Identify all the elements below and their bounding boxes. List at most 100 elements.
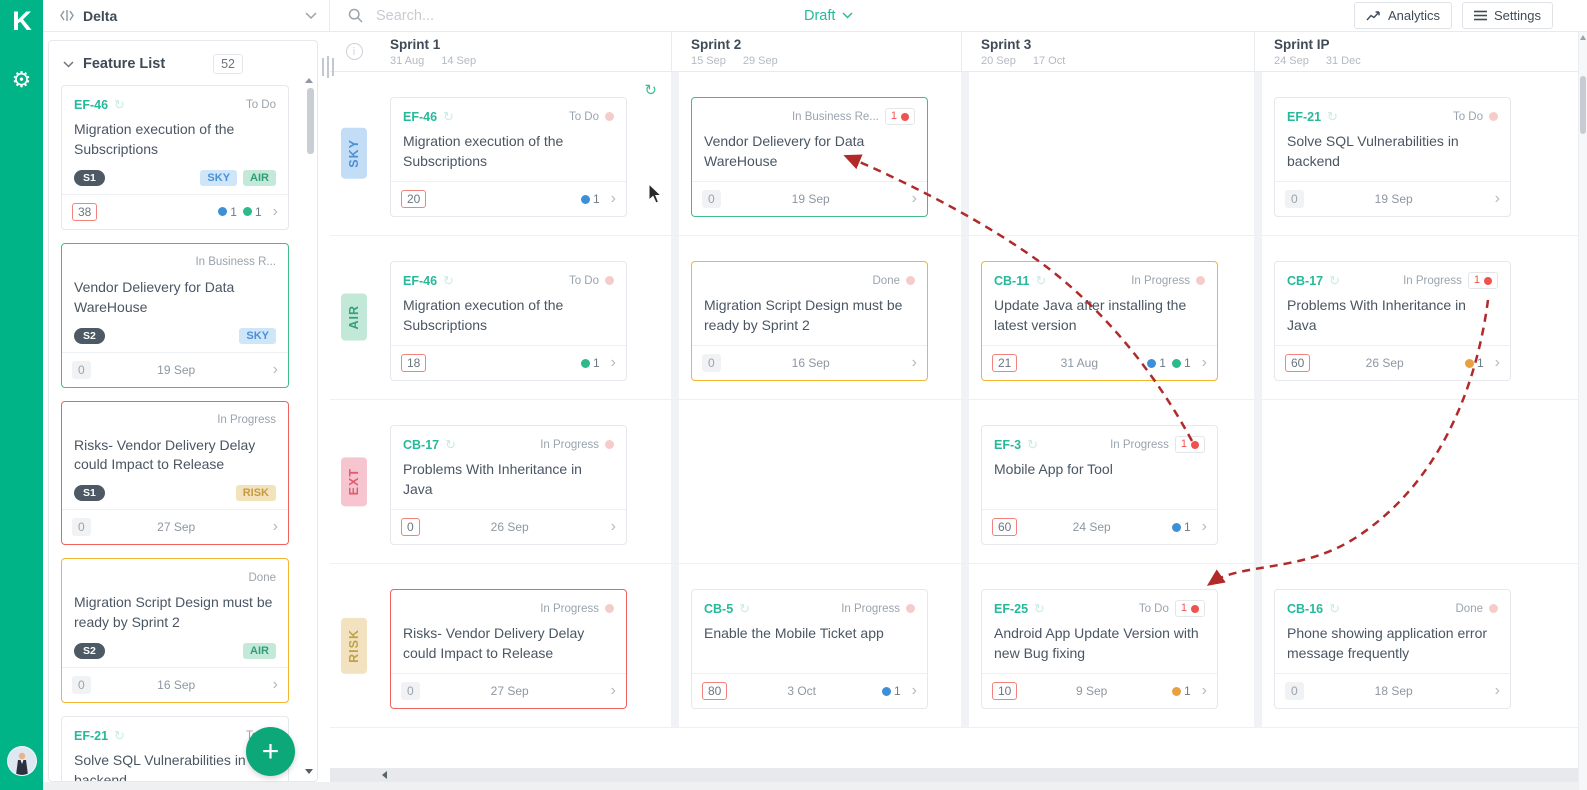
expand-chevron-icon[interactable]: › <box>611 191 616 207</box>
search-input[interactable] <box>374 6 704 25</box>
board-card[interactable]: CB-17 ↻ In Progress Problems With Inheritan… <box>390 425 627 545</box>
board-horizontal-scrollbar[interactable] <box>330 768 1578 782</box>
expand-chevron-icon[interactable]: › <box>1202 355 1207 371</box>
board-row-risk: RISK In Progress Risks- Vendor Delivery De… <box>330 564 1578 728</box>
column-divider <box>1254 564 1262 727</box>
expand-chevron-icon[interactable]: › <box>1495 355 1500 371</box>
board-card[interactable]: In Progress Risks- Vendor Delivery Delay … <box>390 589 627 709</box>
dependency-count-badge[interactable]: 1 <box>1174 600 1205 617</box>
search-area <box>330 6 760 25</box>
card-id: CB-5 <box>704 601 734 616</box>
card-footer: 18 1 › <box>391 345 626 380</box>
expand-chevron-icon[interactable]: › <box>273 361 278 378</box>
expand-chevron-icon[interactable]: › <box>611 683 616 699</box>
points-badge: 0 <box>72 360 91 379</box>
topbar-actions: Analytics Settings <box>1353 2 1553 29</box>
card-head: In Progress <box>74 412 276 429</box>
scroll-left-arrow[interactable] <box>382 771 387 779</box>
card-body: In Business R... Vendor Delievery for Dat… <box>62 244 288 352</box>
points-badge: 0 <box>702 354 721 372</box>
scroll-down-arrow[interactable] <box>305 769 313 774</box>
board-card[interactable]: EF-3 ↻ In Progress 1 Mobile App for Tool 60 24… <box>981 425 1218 545</box>
mode-dropdown[interactable]: Draft <box>804 8 853 24</box>
expand-chevron-icon[interactable]: › <box>273 519 278 535</box>
sync-icon: ↻ <box>114 728 125 743</box>
card-head: EF-3 ↻ In Progress 1 <box>994 436 1205 453</box>
card-title: Migration Script Design must be ready by… <box>74 594 273 631</box>
feature-card[interactable]: Done Migration Script Design must be read… <box>61 558 289 703</box>
points-badge: 0 <box>401 682 420 700</box>
top-bar: Delta Draft Analytics <box>43 0 1587 32</box>
board-card[interactable]: Done Migration Script Design must be read… <box>691 261 928 381</box>
feature-card[interactable]: In Business R... Vendor Delievery for Dat… <box>61 242 289 388</box>
expand-chevron-icon[interactable]: › <box>611 519 616 535</box>
alert-dot-icon <box>1484 276 1492 285</box>
add-feature-button[interactable]: + <box>246 727 295 776</box>
dependency-count-badge[interactable]: 1 <box>884 108 915 125</box>
board-cell: CB-17 ↻ In Progress Problems With Inheritan… <box>378 400 671 563</box>
collapse-chevron-icon[interactable] <box>63 60 74 68</box>
expand-chevron-icon[interactable]: › <box>912 355 917 371</box>
board-selector[interactable]: Delta <box>43 0 330 31</box>
menu-icon <box>1474 10 1488 21</box>
card-date: 3 Oct <box>787 684 817 698</box>
panel-resize-handle[interactable] <box>322 56 334 78</box>
scrollbar-thumb[interactable] <box>1580 76 1586 134</box>
sprint-header-2[interactable]: Sprint 2 15 Sep 29 Sep <box>679 32 961 71</box>
dependency-count-badge[interactable]: 1 <box>1174 436 1205 453</box>
sprint-dates: 15 Sep 29 Sep <box>691 55 961 67</box>
sync-icon: ↻ <box>1329 601 1341 616</box>
expand-chevron-icon[interactable]: › <box>1202 519 1207 535</box>
assignee-dots: 11 <box>212 205 262 219</box>
avatar[interactable] <box>6 746 37 776</box>
info-icon[interactable]: i <box>345 43 363 60</box>
board-card[interactable]: In Business Re... 1 Vendor Delievery for D… <box>691 97 928 217</box>
gear-icon[interactable]: ⚙ <box>12 69 32 91</box>
board-card[interactable]: EF-46 ↻ To Do Migration execution of the Su… <box>390 97 627 217</box>
board-card[interactable]: CB-17 ↻ In Progress 1 Problems With Inherita… <box>1274 261 1511 381</box>
points-badge: 0 <box>1285 682 1304 700</box>
expand-chevron-icon[interactable]: › <box>611 355 616 371</box>
column-divider <box>961 32 969 71</box>
window-scrollbar[interactable] <box>1578 32 1587 790</box>
board-card[interactable]: EF-25 ↻ To Do 1 Android App Update Version w… <box>981 589 1218 709</box>
settings-button[interactable]: Settings <box>1462 2 1553 29</box>
board-card[interactable]: CB-16 ↻ Done Phone showing application erro… <box>1274 589 1511 709</box>
board-card[interactable]: CB-11 ↻ In Progress Update Java after insta… <box>981 261 1218 381</box>
points-badge: 20 <box>401 190 427 208</box>
column-divider <box>671 72 679 235</box>
expand-chevron-icon[interactable]: › <box>1202 683 1207 699</box>
card-title: Problems With Inheritance in Java <box>1287 297 1466 333</box>
sprint-dates: 31 Aug 14 Sep <box>390 55 671 67</box>
expand-chevron-icon[interactable]: › <box>273 203 278 220</box>
panel-scrollbar-thumb[interactable] <box>307 88 314 154</box>
team-tag: SKY <box>239 327 276 344</box>
expand-chevron-icon[interactable]: › <box>273 677 278 693</box>
board-cell: CB-5 ↻ In Progress Enable the Mobile Ticket… <box>679 564 961 727</box>
sync-icon: ↻ <box>1329 273 1341 288</box>
sprint-header-4[interactable]: Sprint IP 24 Sep 31 Dec <box>1262 32 1578 71</box>
expand-chevron-icon[interactable]: › <box>912 191 917 207</box>
board-card[interactable]: EF-46 ↻ To Do Migration execution of the Su… <box>390 261 627 381</box>
scroll-up-arrow[interactable] <box>1580 35 1586 40</box>
assignee-dots: 1 <box>1459 356 1484 370</box>
expand-chevron-icon[interactable]: › <box>912 683 917 699</box>
expand-chevron-icon[interactable]: › <box>1495 683 1500 699</box>
feature-card[interactable]: EF-46 ↻ To Do Migration execution of the Su… <box>61 85 289 230</box>
scroll-up-arrow[interactable] <box>305 78 313 83</box>
card-footer: 60 26 Sep 1 › <box>1275 345 1510 380</box>
sprint-header-3[interactable]: Sprint 3 20 Sep 17 Oct <box>969 32 1254 71</box>
sprint-header-1[interactable]: Sprint 1 31 Aug 14 Sep <box>378 32 671 71</box>
card-footer: 21 31 Aug 1 1 › <box>982 345 1217 380</box>
refresh-icon[interactable]: ↻ <box>644 83 657 98</box>
card-date: 24 Sep <box>1072 520 1111 534</box>
column-divider <box>671 400 679 563</box>
feature-card[interactable]: In Progress Risks- Vendor Delivery Delay … <box>61 400 289 546</box>
board-card[interactable]: EF-21 ↻ To Do Solve SQL Vulnerabilities in … <box>1274 97 1511 217</box>
sync-icon: ↻ <box>739 601 751 616</box>
expand-chevron-icon[interactable]: › <box>1495 191 1500 207</box>
analytics-button[interactable]: Analytics <box>1353 2 1453 29</box>
board-card[interactable]: CB-5 ↻ In Progress Enable the Mobile Ticket… <box>691 589 928 709</box>
board-cell: EF-25 ↻ To Do 1 Android App Update Version w… <box>969 564 1254 727</box>
dependency-count-badge[interactable]: 1 <box>1467 272 1498 289</box>
